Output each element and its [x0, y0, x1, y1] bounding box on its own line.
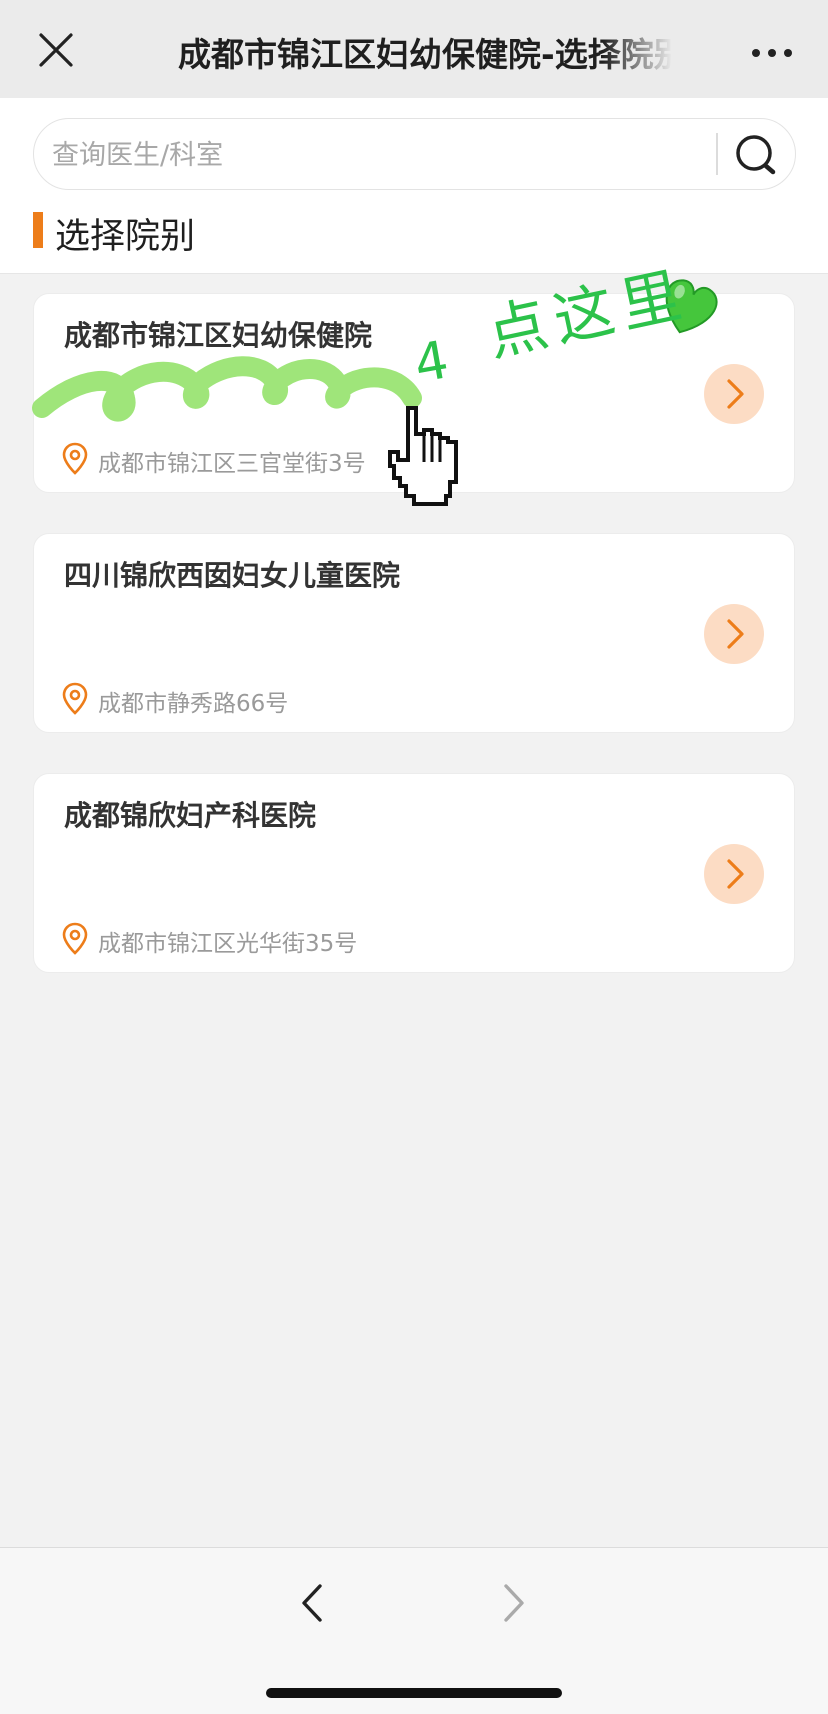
chevron-left-icon[interactable]	[292, 1578, 332, 1628]
enter-arrow-button[interactable]	[704, 604, 764, 664]
search-input[interactable]	[52, 131, 672, 179]
search-bar[interactable]	[33, 118, 796, 190]
enter-arrow-button[interactable]	[704, 364, 764, 424]
hospital-name: 四川锦欣西囡妇女儿童医院	[64, 559, 401, 592]
section-accent-bar	[33, 212, 43, 248]
title-bar: 成都市锦江区妇幼保健院-选择院别	[0, 0, 828, 98]
hospital-name: 成都市锦江区妇幼保健院	[64, 319, 373, 352]
location-pin-icon	[62, 442, 88, 476]
section-title: 选择院别	[55, 217, 196, 257]
hospital-address: 成都市锦江区光华街35号	[98, 931, 358, 957]
location-pin-icon	[62, 682, 88, 716]
search-icon[interactable]	[732, 131, 782, 181]
more-dots-icon[interactable]	[750, 40, 794, 66]
hospital-address: 成都市锦江区三官堂街3号	[98, 451, 366, 477]
header-panel: 选择院别	[0, 98, 828, 274]
home-indicator[interactable]	[266, 1688, 562, 1698]
hospital-card[interactable]: 四川锦欣西囡妇女儿童医院 成都市静秀路66号	[33, 533, 795, 733]
search-divider	[716, 133, 718, 175]
chevron-right-icon	[727, 379, 744, 409]
close-icon[interactable]	[36, 30, 76, 70]
hospital-name: 成都锦欣妇产科医院	[64, 799, 317, 832]
hospital-address: 成都市静秀路66号	[98, 691, 289, 717]
hospital-card[interactable]: 成都市锦江区妇幼保健院 成都市锦江区三官堂街3号	[33, 293, 795, 493]
browser-bottom-bar	[0, 1547, 828, 1714]
page-title: 成都市锦江区妇幼保健院-选择院别	[178, 35, 672, 74]
location-pin-icon	[62, 922, 88, 956]
enter-arrow-button[interactable]	[704, 844, 764, 904]
hospital-card[interactable]: 成都锦欣妇产科医院 成都市锦江区光华街35号	[33, 773, 795, 973]
chevron-right-icon	[727, 859, 744, 889]
chevron-right-icon	[727, 619, 744, 649]
chevron-right-icon[interactable]	[494, 1578, 534, 1628]
